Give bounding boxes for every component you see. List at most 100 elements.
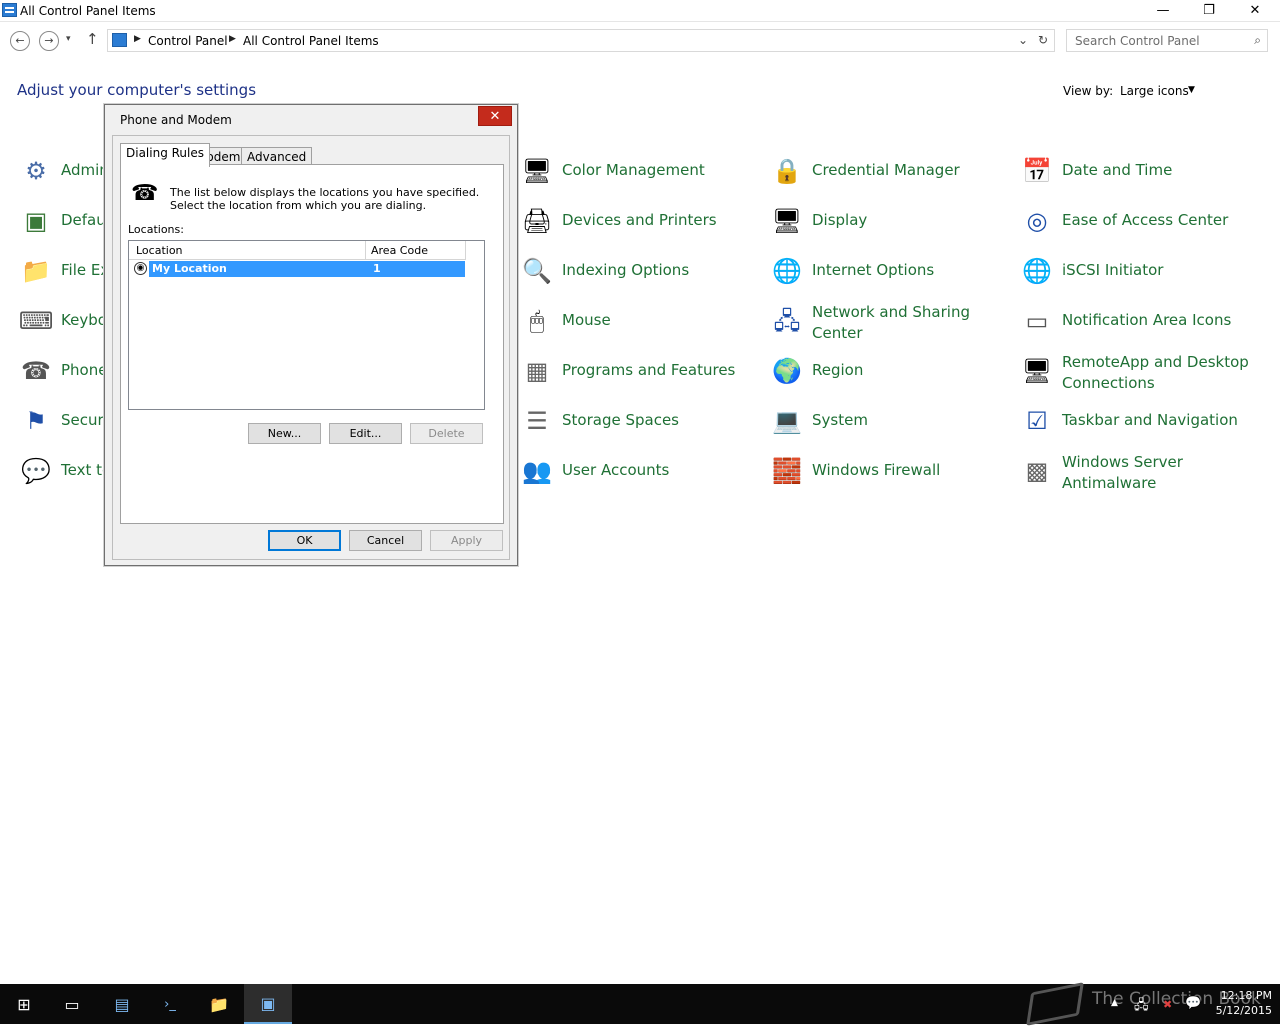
programs-icon: ▦ [525,357,549,385]
row-area-code: 1 [373,262,381,275]
network-icon: 🖧 [773,307,801,335]
accessibility-icon: ◎ [1026,207,1048,235]
delete-location-button[interactable]: Delete [410,423,483,444]
speech-bubble-icon: 💬 [21,457,51,485]
restore-button[interactable]: ❐ [1186,0,1232,21]
item-label: Notification Area Icons [1062,311,1232,329]
notification-area-icon: ▭ [1025,307,1049,335]
control-panel-item-region[interactable]: 🌍 Region [770,350,1010,394]
item-label: Display [812,211,868,229]
globe-clock-icon: 🌍 [772,357,802,385]
start-button[interactable]: ⊞ [0,984,48,1024]
column-header-location[interactable]: Location [136,244,183,257]
globe-shield-icon: 🌐 [1022,257,1052,285]
control-panel-item-credential-manager[interactable]: 🔒 Credential Manager [770,150,1010,194]
breadcrumb-separator-icon[interactable]: ▶ [229,34,236,44]
control-panel-item-indexing-options[interactable]: 🔍 Indexing Options [520,250,760,294]
control-panel-item-user-accounts[interactable]: 👥 User Accounts [520,450,760,494]
tab-dialing-rules[interactable]: Dialing Rules [120,143,211,167]
item-label: Region [812,361,864,379]
cancel-button[interactable]: Cancel [349,530,422,551]
control-panel-item-file-explorer-options[interactable]: 📁 File Ex [19,250,109,294]
control-panel-item-storage-spaces[interactable]: ☰ Storage Spaces [520,400,760,444]
locations-list[interactable]: Location Area Code ◉ My Location 1 [128,240,485,410]
breadcrumb-all-items[interactable]: All Control Panel Items [243,34,379,48]
view-by-dropdown[interactable]: Large icons [1120,84,1189,98]
control-panel-item-notification-area-icons[interactable]: ▭ Notification Area Icons [1020,300,1270,344]
chevron-down-icon[interactable]: ▼ [1188,85,1195,95]
control-panel-item-system[interactable]: 💻 System [770,400,1010,444]
ok-button[interactable]: OK [268,530,341,551]
file-explorer-button[interactable]: 📁 [195,984,243,1024]
control-panel-item-keyboard[interactable]: ⌨ Keybo [19,300,109,344]
control-panel-item-taskbar-and-navigation[interactable]: ☑ Taskbar and Navigation [1020,400,1270,444]
show-hidden-icons-icon[interactable]: ▲ [1111,998,1118,1008]
breadcrumb-control-panel[interactable]: Control Panel [148,34,228,48]
column-header-area-code[interactable]: Area Code [371,244,428,257]
refresh-icon[interactable]: ↻ [1038,33,1048,47]
control-panel-item-administrative-tools[interactable]: ⚙ Admin [19,150,109,194]
item-label: File Ex [61,261,110,279]
control-panel-item-remoteapp[interactable]: 🖥 RemoteApp and Desktop Connections [1020,350,1270,394]
control-panel-item-internet-options[interactable]: 🌐 Internet Options [770,250,1010,294]
location-radio-icon: ◉ [134,262,147,275]
action-center-icon[interactable]: 💬 [1185,996,1201,1011]
server-manager-button[interactable]: ▤ [98,984,146,1024]
volume-muted-icon[interactable]: ✖ [1163,998,1172,1011]
search-placeholder: Search Control Panel [1075,34,1200,48]
control-panel-item-date-and-time[interactable]: 📅 Date and Time [1020,150,1270,194]
item-label: Keybo [61,311,107,329]
network-icon[interactable]: 🖧 [1134,996,1149,1018]
search-icon[interactable]: ⌕ [1254,33,1261,48]
control-panel-item-display[interactable]: 🖥 Display [770,200,1010,244]
column-divider[interactable] [465,241,466,260]
recent-locations-button[interactable]: ▾ [66,34,71,44]
address-bar[interactable]: ▶ Control Panel ▶ All Control Panel Item… [107,29,1055,52]
view-by-label: View by: [1063,84,1114,98]
item-label: Devices and Printers [562,211,717,229]
task-view-button[interactable]: ▭ [48,984,96,1024]
up-button[interactable]: ↑ [86,30,99,48]
control-panel-item-text-to-speech[interactable]: 💬 Text to [19,450,111,494]
control-panel-item-phone-and-modem[interactable]: ☎ Phone [19,350,109,394]
control-panel-item-windows-firewall[interactable]: 🧱 Windows Firewall [770,450,1010,494]
taskbar-icon: ☑ [1026,407,1048,435]
calendar-icon: 📅 [1022,157,1052,185]
new-location-button[interactable]: New... [248,423,321,444]
flag-icon: ⚑ [25,407,47,435]
control-panel-item-network-and-sharing-center[interactable]: 🖧 Network and Sharing Center [770,300,1010,344]
control-panel-item-programs-and-features[interactable]: ▦ Programs and Features [520,350,760,394]
control-panel-item-security[interactable]: ⚑ Securi [19,400,109,444]
address-dropdown-icon[interactable]: ⌄ [1018,33,1028,47]
phone-and-modem-dialog: Phone and Modem ✕ Dialing Rules Modems A… [104,104,518,566]
apply-button[interactable]: Apply [430,530,503,551]
dialog-close-button[interactable]: ✕ [478,106,512,126]
powershell-button[interactable]: ›_ [146,984,194,1024]
control-panel-taskbar-button[interactable]: ▣ [244,984,292,1024]
minimize-button[interactable]: — [1140,0,1186,21]
item-label: Admin [61,161,109,179]
storage-icon: ☰ [526,407,548,435]
magnifier-icon: 🔍 [522,257,552,285]
search-input[interactable]: Search Control Panel ⌕ [1066,29,1268,52]
control-panel-item-default-programs[interactable]: ▣ Defau [19,200,109,244]
control-panel-item-windows-server-antimalware[interactable]: ▩ Windows Server Antimalware [1020,450,1270,494]
close-button[interactable]: ✕ [1232,0,1278,21]
title-bar: All Control Panel Items — ❐ ✕ [0,0,1280,22]
forward-button[interactable]: → [39,31,59,51]
dialog-title: Phone and Modem [120,113,232,127]
back-button[interactable]: ← [10,31,30,51]
breadcrumb-separator-icon[interactable]: ▶ [134,34,141,44]
control-panel-item-color-management[interactable]: 🖥 Color Management [520,150,760,194]
control-panel-item-mouse[interactable]: 🖱 Mouse [520,300,760,344]
control-panel-icon [112,33,127,47]
watermark-book-icon [1026,982,1084,1026]
control-panel-item-iscsi-initiator[interactable]: 🌐 iSCSI Initiator [1020,250,1270,294]
folder-icon: 📁 [21,257,51,285]
panel-description: The list below displays the locations yo… [170,186,480,212]
control-panel-item-devices-and-printers[interactable]: 🖨 Devices and Printers [520,200,760,244]
column-divider[interactable] [365,241,366,260]
edit-location-button[interactable]: Edit... [329,423,402,444]
control-panel-item-ease-of-access-center[interactable]: ◎ Ease of Access Center [1020,200,1270,244]
clock[interactable]: 12:18 PM 5/12/2015 [1212,988,1272,1018]
